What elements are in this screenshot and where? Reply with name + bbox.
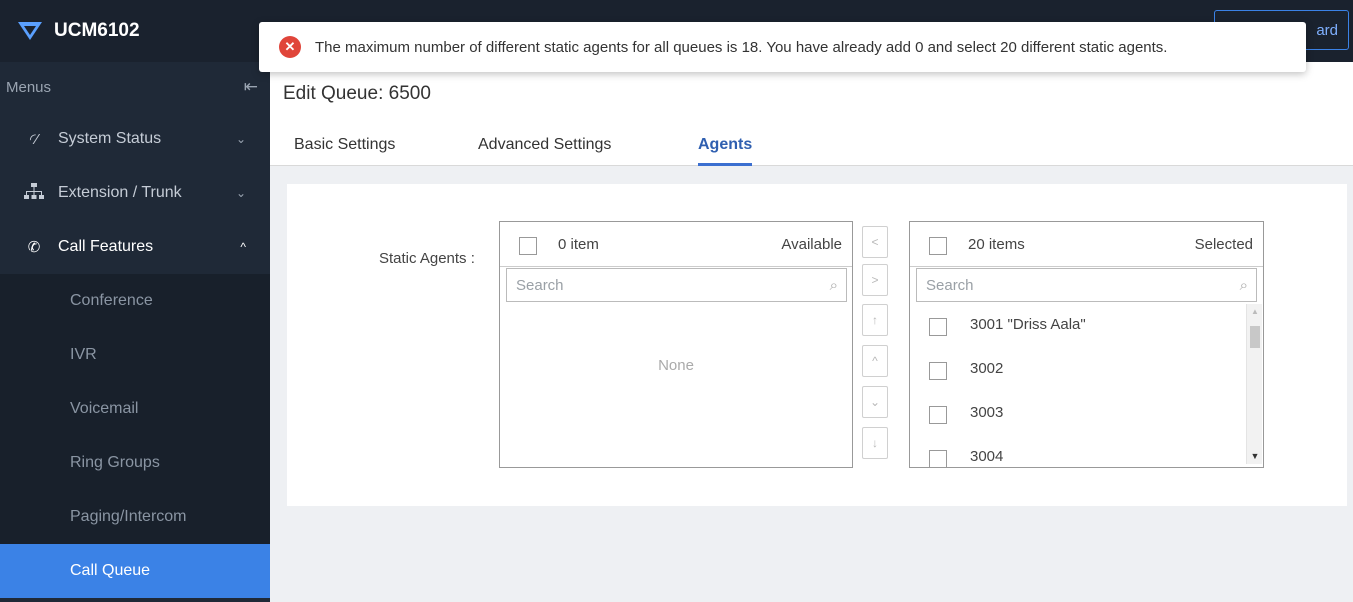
available-agents-list: 0 item Available Search ⌕ None (499, 221, 853, 468)
tab-agents[interactable]: Agents (698, 136, 753, 166)
move-right-button[interactable]: > (862, 264, 888, 296)
nav-item-call-features[interactable]: ✆ Call Features ^ (0, 220, 270, 274)
sidebar-item-ivr[interactable]: IVR (0, 328, 270, 382)
scroll-up-icon[interactable]: ▲ (1247, 307, 1263, 316)
selected-list-scrollbar[interactable]: ▲ ▼ (1246, 304, 1262, 464)
phone-icon: ✆ (27, 239, 41, 256)
nav-item-extension-trunk[interactable]: Extension / Trunk ⌄ (0, 166, 270, 220)
available-list-header: 0 item Available (500, 222, 852, 267)
move-bottom-button[interactable]: ↓ (862, 427, 888, 459)
agent-checkbox[interactable] (929, 362, 947, 380)
error-toast: ✕ The maximum number of different static… (259, 22, 1306, 72)
grandstream-logo-icon (18, 22, 42, 40)
chevron-down-icon: ⌄ (235, 132, 246, 146)
selected-search-input[interactable]: Search ⌕ (916, 268, 1257, 302)
move-left-button[interactable]: < (862, 226, 888, 258)
select-all-available-checkbox[interactable] (519, 237, 537, 255)
nav-item-label: Call Features (58, 238, 154, 255)
tab-basic-settings[interactable]: Basic Settings (294, 136, 395, 154)
chevron-down-icon: ⌄ (235, 186, 246, 200)
error-message: The maximum number of different static a… (315, 38, 1168, 56)
main-content: ard Edit Queue: 6500 Basic Settings Adva… (270, 0, 1353, 602)
app-title: UCM6102 (54, 20, 140, 41)
agents-panel: Static Agents : 0 item Available Search … (287, 184, 1347, 506)
move-top-button[interactable]: ↑ (862, 304, 888, 336)
agent-label: 3001 "Driss Aala" (970, 316, 1086, 333)
selected-title: Selected (1194, 236, 1253, 253)
available-search-input[interactable]: Search ⌕ (506, 268, 847, 302)
search-icon: ⌕ (829, 277, 838, 294)
network-icon (22, 183, 46, 203)
menus-label: Menus (6, 78, 52, 96)
scroll-down-icon[interactable]: ▼ (1247, 451, 1263, 461)
selected-list-header: 20 items Selected (910, 222, 1263, 267)
content-area: Static Agents : 0 item Available Search … (270, 166, 1353, 602)
menus-header: Menus ⇤ (0, 62, 270, 112)
sidebar-item-ring-groups[interactable]: Ring Groups (0, 436, 270, 490)
static-agents-label: Static Agents : (379, 250, 475, 267)
nav-item-system-status[interactable]: ◜⁄ System Status ⌄ (0, 112, 270, 166)
tab-advanced-settings[interactable]: Advanced Settings (478, 136, 611, 154)
tab-bar: Basic Settings Advanced Settings Agents (270, 118, 1353, 166)
agent-checkbox[interactable] (929, 406, 947, 424)
agent-label: 3004 (970, 448, 1004, 465)
nav-item-label: System Status (58, 130, 162, 147)
error-icon: ✕ (279, 36, 301, 58)
sidebar-item-paging-intercom[interactable]: Paging/Intercom (0, 490, 270, 544)
agent-label: 3002 (970, 360, 1004, 377)
scrollbar-thumb[interactable] (1250, 326, 1260, 348)
sidebar: UCM6102 Menus ⇤ ◜⁄ System Status ⌄ Exten… (0, 0, 270, 602)
sidebar-item-voicemail[interactable]: Voicemail (0, 382, 270, 436)
available-title: Available (781, 236, 842, 253)
collapse-menu-icon[interactable]: ⇤ (244, 77, 258, 97)
available-count: 0 item (558, 236, 599, 253)
agent-label: 3003 (970, 404, 1004, 421)
sidebar-item-conference[interactable]: Conference (0, 274, 270, 328)
selected-agents-list: 20 items Selected Search ⌕ 3001 "Driss A… (909, 221, 1264, 468)
chevron-up-icon: ^ (240, 240, 246, 254)
move-down-button[interactable]: ⌄ (862, 386, 888, 418)
agent-checkbox[interactable] (929, 450, 947, 467)
gauge-icon: ◜⁄ (29, 131, 39, 148)
page-title: Edit Queue: 6500 (283, 83, 431, 104)
sidebar-item-call-queue[interactable]: Call Queue (0, 544, 270, 598)
brand-header: UCM6102 (0, 0, 270, 62)
selected-count: 20 items (968, 236, 1025, 253)
nav-item-label: Extension / Trunk (58, 184, 182, 201)
move-up-button[interactable]: ^ (862, 345, 888, 377)
select-all-selected-checkbox[interactable] (929, 237, 947, 255)
agent-checkbox[interactable] (929, 318, 947, 336)
available-empty-text: None (658, 357, 694, 374)
search-icon: ⌕ (1239, 277, 1248, 294)
